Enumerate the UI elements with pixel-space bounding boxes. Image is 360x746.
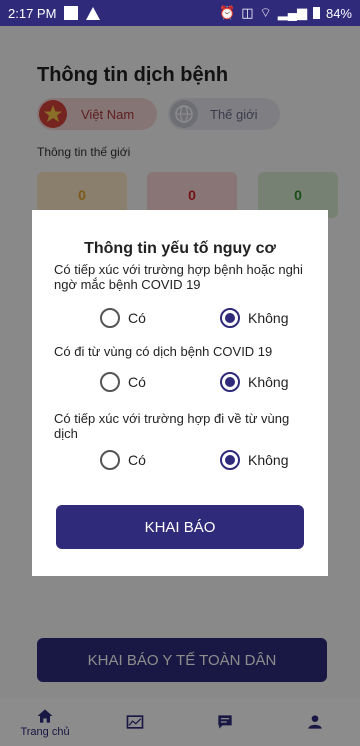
status-bar: 2:17 PM ⏰ ◫ ⌔ ▂▄▆ 84% bbox=[0, 0, 360, 26]
radio-option-yes[interactable]: Có bbox=[100, 450, 220, 470]
radio-option-yes[interactable]: Có bbox=[100, 308, 220, 328]
status-time: 2:17 PM bbox=[8, 5, 57, 21]
radio-option-no[interactable]: Không bbox=[220, 450, 288, 470]
battery-level: 84% bbox=[325, 5, 352, 21]
alarm-icon: ⏰ bbox=[219, 5, 236, 20]
radio-button[interactable] bbox=[100, 450, 120, 470]
radio-group: Có Không bbox=[32, 372, 328, 392]
signal-icon: ▂▄▆ bbox=[277, 5, 307, 20]
radio-label: Có bbox=[128, 452, 146, 468]
radio-label: Có bbox=[128, 374, 146, 390]
battery-icon bbox=[312, 7, 320, 19]
question-epidemic-area: Có đi từ vùng có dịch bệnh COVID 19 bbox=[54, 344, 273, 359]
declare-button[interactable]: KHAI BÁO bbox=[56, 505, 304, 549]
radio-option-no[interactable]: Không bbox=[220, 308, 288, 328]
radio-group: Có Không bbox=[32, 308, 328, 328]
notification-square-icon bbox=[64, 6, 79, 20]
warning-icon bbox=[86, 6, 101, 20]
radio-option-yes[interactable]: Có bbox=[100, 372, 220, 392]
question-contact-case: Có tiếp xúc với trường hợp bệnh hoặc ngh… bbox=[54, 262, 303, 292]
risk-factor-dialog: Thông tin yếu tố nguy cơ Có tiếp xúc với… bbox=[32, 210, 328, 576]
radio-label: Không bbox=[248, 452, 289, 468]
radio-button[interactable] bbox=[100, 308, 120, 328]
radio-button[interactable] bbox=[100, 372, 120, 392]
radio-option-no[interactable]: Không bbox=[220, 372, 288, 392]
radio-label: Có bbox=[128, 310, 146, 326]
radio-group: Có Không bbox=[32, 450, 328, 470]
vibrate-icon: ◫ bbox=[241, 5, 254, 20]
radio-button-selected[interactable] bbox=[220, 372, 240, 392]
radio-button-selected[interactable] bbox=[220, 308, 240, 328]
radio-label: Không bbox=[248, 374, 289, 390]
radio-label: Không bbox=[248, 310, 289, 326]
dialog-title: Thông tin yếu tố nguy cơ bbox=[84, 240, 276, 257]
question-contact-returnee: Có tiếp xúc với trường hợp đi về từ vùng… bbox=[54, 411, 290, 441]
wifi-icon: ⌔ bbox=[259, 5, 272, 20]
radio-button-selected[interactable] bbox=[220, 450, 240, 470]
